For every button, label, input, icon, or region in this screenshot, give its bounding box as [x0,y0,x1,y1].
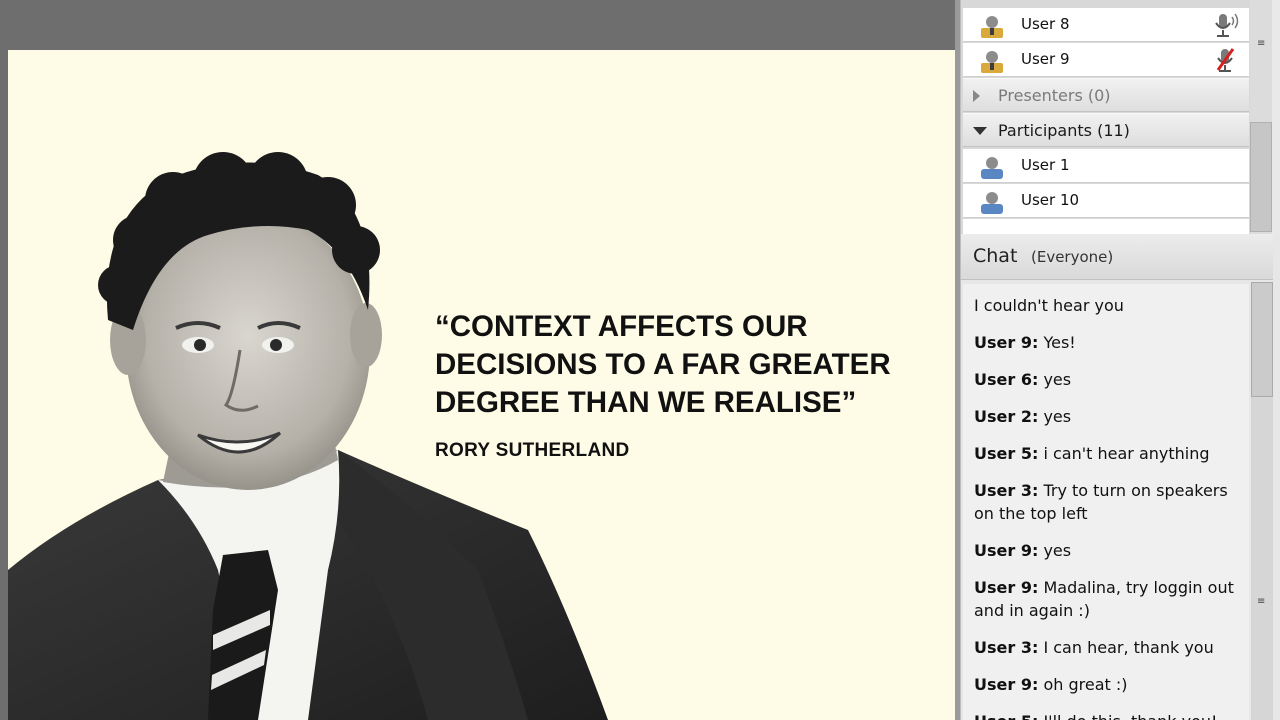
chat-message: I couldn't hear you [974,294,1244,317]
quote-line: DECISIONS TO A FAR GREATER [435,348,891,381]
chat-sender: User 9: [974,578,1039,597]
attendee-row[interactable]: User 8 [963,8,1249,42]
chat-pod: Chat (Everyone) I couldn't hear you User … [960,234,1280,720]
attendee-row[interactable] [963,219,1249,234]
chat-sender: User 5: [974,712,1038,720]
chat-title: Chat [973,245,1018,267]
quote-line: “CONTEXT AFFECTS OUR [435,310,808,343]
chat-sender: User 6: [974,370,1039,389]
attendee-name: User 8 [1021,15,1070,33]
participants-label: Participants (11) [998,121,1130,140]
host-user-icon [981,16,1003,38]
chat-text: yes [1043,407,1072,426]
chat-text: I'll do this, thank you! [1043,712,1217,720]
chat-message: User 3: Try to turn on speakers on the t… [974,479,1244,525]
chat-message: User 3: I can hear, thank you [974,636,1244,659]
chat-text: Yes! [1043,333,1076,352]
mic-speaking-icon[interactable] [1211,11,1241,39]
chat-messages: I couldn't hear you User 9: Yes! User 6: y… [963,284,1249,720]
slide-quote: “CONTEXT AFFECTS OUR DECISIONS TO A FAR … [435,308,955,422]
mic-muted-icon[interactable] [1211,46,1241,74]
attendees-pod: User 8 User 9 Presenters (0) Participant… [960,0,1272,234]
chat-sender: User 3: [974,638,1039,657]
chat-message: User 9: yes [974,539,1244,562]
collapse-arrow-icon [973,127,987,135]
chat-text: I couldn't hear you [974,296,1124,315]
chat-message: User 9: oh great :) [974,673,1244,696]
chat-message: User 5: i can't hear anything [974,442,1244,465]
attendee-name: User 10 [1021,191,1080,209]
pod-menu-icon[interactable]: ≡ [1257,597,1265,608]
presenters-group-header[interactable]: Presenters (0) [963,78,1249,112]
share-pod-border [0,50,8,720]
attendee-row[interactable]: User 9 [963,43,1249,77]
chat-sender: User 9: [974,541,1039,560]
chat-sender: User 3: [974,481,1039,500]
chat-sender: User 9: [974,675,1039,694]
participant-user-icon [981,192,1003,214]
attendee-name: User 9 [1021,50,1070,68]
shared-slide: “CONTEXT AFFECTS OUR DECISIONS TO A FAR … [8,50,957,720]
chat-text: yes [1043,541,1072,560]
chat-text: oh great :) [1043,675,1128,694]
pod-menu-icon[interactable]: ≡ [1257,39,1265,50]
chat-scope[interactable]: (Everyone) [1031,248,1113,266]
chat-message: User 2: yes [974,405,1244,428]
attendee-name: User 1 [1021,156,1070,174]
quote-author: RORY SUTHERLAND [435,440,630,461]
attendees-scroll-thumb[interactable] [1250,122,1272,232]
chat-message: User 6: yes [974,368,1244,391]
chat-message: User 9: Madalina, try loggin out and in … [974,576,1244,622]
chat-sender: User 5: [974,444,1039,463]
chat-sender: User 9: [974,333,1039,352]
chat-text: i can't hear anything [1043,444,1210,463]
attendee-row[interactable]: User 1 [963,149,1249,183]
quote-line: DEGREE THAN WE REALISE” [435,386,857,419]
participant-user-icon [981,157,1003,179]
share-pod-titlebar [0,0,957,50]
chat-sender: User 2: [974,407,1039,426]
chat-message: User 5: I'll do this, thank you! [974,710,1244,720]
chat-text: I can hear, thank you [1043,638,1214,657]
chat-header: Chat (Everyone) [961,234,1273,280]
chat-text: yes [1043,370,1072,389]
host-user-icon [981,51,1003,73]
participants-group-header[interactable]: Participants (11) [963,113,1249,147]
presenters-label: Presenters (0) [998,86,1111,105]
expand-arrow-icon [973,90,980,102]
chat-message: User 9: Yes! [974,331,1244,354]
attendee-row[interactable]: User 10 [963,184,1249,218]
chat-scroll-thumb[interactable] [1251,282,1273,397]
meeting-window: “CONTEXT AFFECTS OUR DECISIONS TO A FAR … [0,0,1280,720]
